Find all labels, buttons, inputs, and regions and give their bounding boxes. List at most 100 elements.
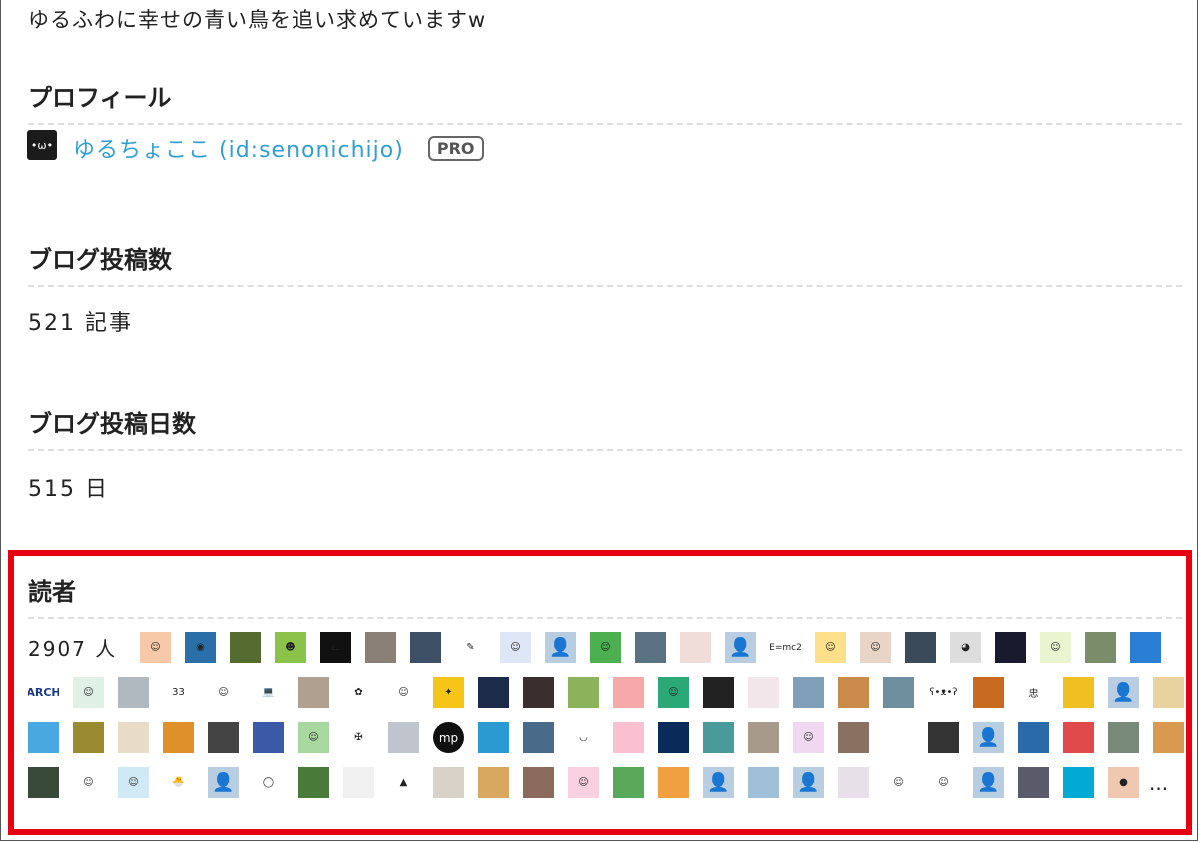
face-icon[interactable]: ☺ (388, 677, 419, 708)
eye-icon[interactable]: ◉ (185, 632, 216, 663)
photo-icon[interactable] (523, 677, 554, 708)
bread-icon[interactable] (1153, 722, 1184, 753)
surf-icon[interactable] (1018, 722, 1049, 753)
dog-icon[interactable] (478, 767, 509, 798)
number-icon[interactable]: 33 (163, 677, 194, 708)
badge-icon[interactable]: ✦ (433, 677, 464, 708)
flower-icon[interactable] (748, 677, 779, 708)
text-logo-icon[interactable]: ARCH (28, 677, 59, 708)
face-icon[interactable]: ☺ (815, 632, 846, 663)
tree-icon[interactable] (73, 722, 104, 753)
space-icon[interactable] (478, 677, 509, 708)
text-logo-icon[interactable]: mp (433, 722, 464, 753)
person-photo-icon[interactable] (1085, 632, 1116, 663)
sea-icon[interactable] (28, 722, 59, 753)
pink-character-icon[interactable]: ☺ (568, 767, 599, 798)
character-icon[interactable] (680, 632, 711, 663)
bear-icon[interactable] (973, 677, 1004, 708)
car-icon[interactable] (703, 677, 734, 708)
cat-photo-icon[interactable] (365, 632, 396, 663)
profile-avatar[interactable]: •ω• (27, 130, 57, 160)
dog-icon[interactable]: ◕ (950, 632, 981, 663)
character-icon[interactable]: ☺ (298, 722, 329, 753)
default-avatar-icon[interactable]: 👤 (725, 632, 756, 663)
sunflower-icon[interactable] (1063, 677, 1094, 708)
building-icon[interactable] (523, 767, 554, 798)
fish-icon[interactable] (995, 632, 1026, 663)
note-icon[interactable]: ✎ (455, 632, 486, 663)
default-avatar-icon[interactable]: 👤 (973, 767, 1004, 798)
photo-icon[interactable] (230, 632, 261, 663)
landscape-icon[interactable] (635, 632, 666, 663)
animal-photo-icon[interactable] (838, 722, 869, 753)
character-icon[interactable]: ☺ (658, 677, 689, 708)
gorilla-icon[interactable] (928, 722, 959, 753)
food-icon[interactable] (1153, 677, 1184, 708)
photo-icon[interactable] (28, 767, 59, 798)
flower-icon[interactable] (568, 677, 599, 708)
cat-photo-icon[interactable] (883, 722, 914, 753)
bird-icon[interactable] (478, 722, 509, 753)
polar-bear-icon[interactable]: ʕ•ᴥ•ʔ (928, 677, 959, 708)
sketch-icon[interactable] (118, 722, 149, 753)
dragonfly-icon[interactable]: ✠ (343, 722, 374, 753)
sketch-icon[interactable] (433, 767, 464, 798)
text-logo-icon[interactable]: E=mc2 (770, 632, 801, 663)
logo-icon[interactable] (1063, 767, 1094, 798)
landscape-icon[interactable] (883, 677, 914, 708)
bird-icon[interactable] (1130, 632, 1161, 663)
girl-icon[interactable]: ☺ (73, 677, 104, 708)
face-icon[interactable]: ☺ (140, 632, 171, 663)
character-icon[interactable]: ☺ (500, 632, 531, 663)
painting-icon[interactable] (410, 632, 441, 663)
rose-icon[interactable]: ✿ (343, 677, 374, 708)
food-icon[interactable] (163, 722, 194, 753)
food-icon[interactable] (658, 767, 689, 798)
calligraphy-icon[interactable]: 忠 (1018, 677, 1049, 708)
cute-icon[interactable] (613, 722, 644, 753)
laptop-icon[interactable]: 💻 (253, 677, 284, 708)
jellyfish-icon[interactable] (658, 722, 689, 753)
profile-username-link[interactable]: ゆるちょここ (id:senonichijo) (73, 132, 404, 164)
person-photo-icon[interactable] (905, 632, 936, 663)
cloud-icon[interactable] (748, 767, 779, 798)
default-avatar-icon[interactable]: 👤 (545, 632, 576, 663)
character-icon[interactable]: ☺ (118, 767, 149, 798)
landscape-icon[interactable] (613, 767, 644, 798)
photo-icon[interactable] (1108, 722, 1139, 753)
play-icon[interactable]: ● (1108, 767, 1139, 798)
forest-icon[interactable] (298, 767, 329, 798)
mask-person-icon[interactable] (838, 767, 869, 798)
photo-icon[interactable] (118, 677, 149, 708)
character-icon[interactable]: ☺ (793, 722, 824, 753)
boy-icon[interactable]: ☺ (928, 767, 959, 798)
landscape-icon[interactable] (838, 677, 869, 708)
default-avatar-icon[interactable]: 👤 (793, 767, 824, 798)
girl-icon[interactable]: ☺ (883, 767, 914, 798)
person-photo-icon[interactable] (208, 722, 239, 753)
frog-icon[interactable]: ☻ (275, 632, 306, 663)
photo-icon[interactable] (748, 722, 779, 753)
cat-icon[interactable]: ᓚ (320, 632, 351, 663)
default-avatar-icon[interactable]: 👤 (703, 767, 734, 798)
chick-icon[interactable]: 🐣 (163, 767, 194, 798)
sketch-icon[interactable]: ◯ (253, 767, 284, 798)
landscape-icon[interactable] (793, 677, 824, 708)
person-icon[interactable]: ☺ (208, 677, 239, 708)
photo-icon[interactable] (388, 722, 419, 753)
photo-icon[interactable] (703, 722, 734, 753)
default-avatar-icon[interactable]: 👤 (208, 767, 239, 798)
character-icon[interactable]: ☺ (1040, 632, 1071, 663)
ghost-icon[interactable]: ▲ (388, 767, 419, 798)
colorful-icon[interactable] (613, 677, 644, 708)
old-man-icon[interactable]: ☺ (73, 767, 104, 798)
character-icon[interactable]: ☺ (590, 632, 621, 663)
person-photo-icon[interactable] (1018, 767, 1049, 798)
landscape-icon[interactable] (523, 722, 554, 753)
person-photo-icon[interactable] (298, 677, 329, 708)
shirt-icon[interactable] (343, 767, 374, 798)
sketch-icon[interactable]: ◡ (568, 722, 599, 753)
character-icon[interactable]: ☺ (860, 632, 891, 663)
default-avatar-icon[interactable]: 👤 (1108, 677, 1139, 708)
puzzle-icon[interactable] (1063, 722, 1094, 753)
